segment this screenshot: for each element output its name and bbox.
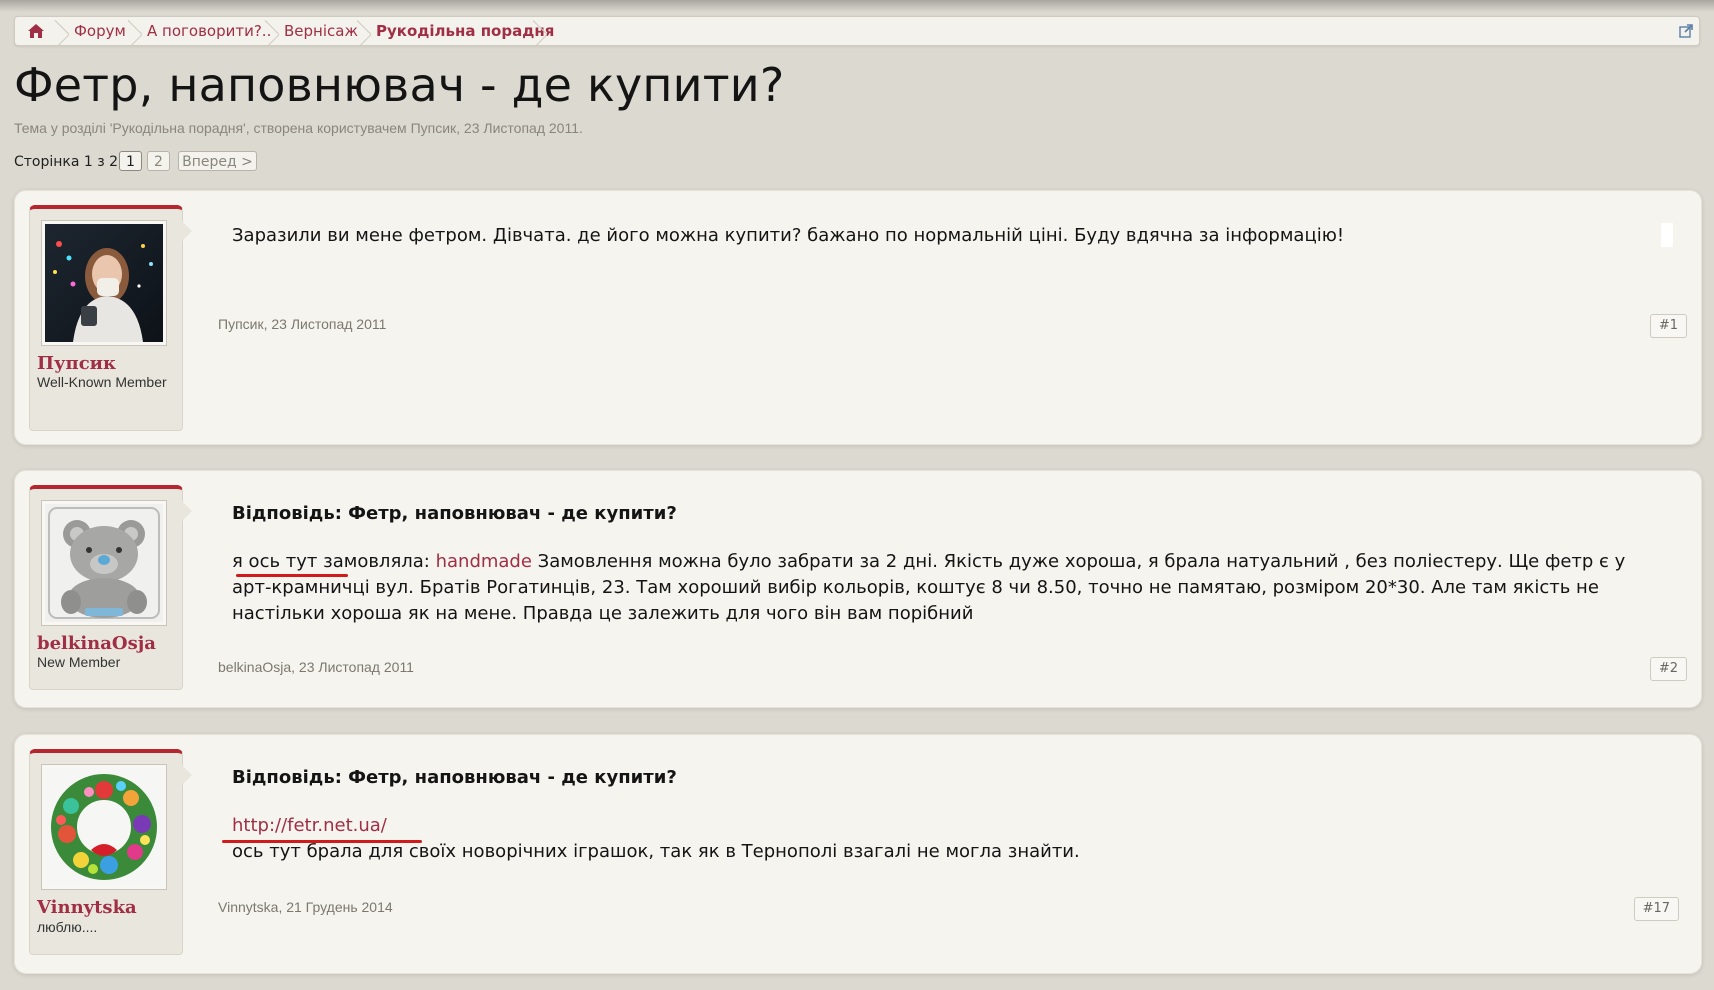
breadcrumb: Форум А поговорити?.. Вернісаж Рукодільн…	[14, 16, 1700, 46]
page-2-button[interactable]: 2	[147, 151, 170, 171]
home-icon[interactable]	[27, 23, 45, 39]
thread-description: Тема у розділі 'Рукодільна порадня', ств…	[14, 120, 583, 136]
message-control	[1661, 223, 1673, 247]
forum-thread-page: Форум А поговорити?.. Вернісаж Рукодільн…	[0, 0, 1714, 990]
post-meta[interactable]: Пупсик, 23 Листопад 2011	[218, 316, 386, 332]
post-number[interactable]: #1	[1649, 314, 1687, 338]
username[interactable]: Пупсик	[37, 353, 116, 374]
user-info: belkinaOsja New Member	[29, 485, 183, 690]
post-number[interactable]: #2	[1649, 657, 1687, 681]
avatar-image-girl	[45, 224, 163, 342]
post-meta[interactable]: Vinnytska, 21 Грудень 2014	[218, 899, 393, 915]
breadcrumb-vernissage[interactable]: Вернісаж	[284, 17, 358, 45]
handmade-link[interactable]: handmade	[430, 551, 538, 572]
message-text: http://fetr.net.ua/ ось тут брала для св…	[232, 813, 1662, 865]
annotation-underline	[236, 574, 348, 577]
username[interactable]: Vinnytska	[37, 897, 137, 918]
next-page-button[interactable]: Вперед >	[178, 151, 257, 171]
message-text-before: я ось тут замовляла:	[232, 551, 430, 572]
post-2: belkinaOsja New Member Відповідь: Фетр, …	[14, 470, 1702, 708]
post-meta[interactable]: belkinaOsja, 23 Листопад 2011	[218, 659, 414, 675]
username[interactable]: belkinaOsja	[37, 633, 156, 654]
post-3: Vinnytska люблю.... Відповідь: Фетр, нап…	[14, 734, 1702, 974]
message-text-body: ось тут брала для своїх новорічних іграш…	[232, 841, 1080, 862]
breadcrumb-separator	[265, 17, 279, 45]
user-rank: люблю....	[37, 919, 98, 935]
avatar[interactable]	[41, 500, 167, 626]
page-1-button[interactable]: 1	[119, 151, 142, 171]
page-title: Фетр, наповнювач - де купити?	[14, 58, 785, 112]
breadcrumb-separator	[128, 17, 142, 45]
avatar-image-teddy-bear	[45, 504, 163, 622]
message-pointer	[182, 221, 192, 241]
post-number[interactable]: #17	[1633, 897, 1679, 921]
breadcrumb-separator	[55, 17, 69, 45]
top-shadow	[0, 0, 1714, 12]
avatar[interactable]	[41, 764, 167, 890]
message-title: Відповідь: Фетр, наповнювач - де купити?	[232, 767, 677, 788]
message-pointer	[182, 765, 192, 785]
message-pointer	[182, 501, 192, 521]
user-info: Vinnytska люблю....	[29, 749, 183, 955]
message-title: Відповідь: Фетр, наповнювач - де купити?	[232, 503, 677, 524]
fetr-link[interactable]: http://fetr.net.ua/	[232, 815, 387, 836]
post-1: Пупсик Well-Known Member Заразили ви мен…	[14, 190, 1702, 445]
user-rank: New Member	[37, 654, 121, 670]
avatar[interactable]	[41, 220, 167, 346]
message-text: Заразили ви мене фетром. Дівчата. де йог…	[232, 225, 1345, 246]
external-link-icon[interactable]	[1679, 24, 1693, 38]
breadcrumb-forum[interactable]: Форум	[74, 17, 126, 45]
breadcrumb-separator	[357, 17, 371, 45]
avatar-image-wreath	[45, 768, 163, 886]
breadcrumb-current[interactable]: Рукодільна порадня	[376, 17, 554, 45]
user-rank: Well-Known Member	[37, 374, 167, 390]
message-text: я ось тут замовляла: handmade Замовлення…	[232, 549, 1662, 627]
breadcrumb-separator	[533, 17, 547, 45]
page-counter: Сторінка 1 з 2	[14, 154, 119, 170]
breadcrumb-talk[interactable]: А поговорити?..	[147, 17, 271, 45]
annotation-underline	[222, 840, 422, 843]
user-info: Пупсик Well-Known Member	[29, 205, 183, 431]
